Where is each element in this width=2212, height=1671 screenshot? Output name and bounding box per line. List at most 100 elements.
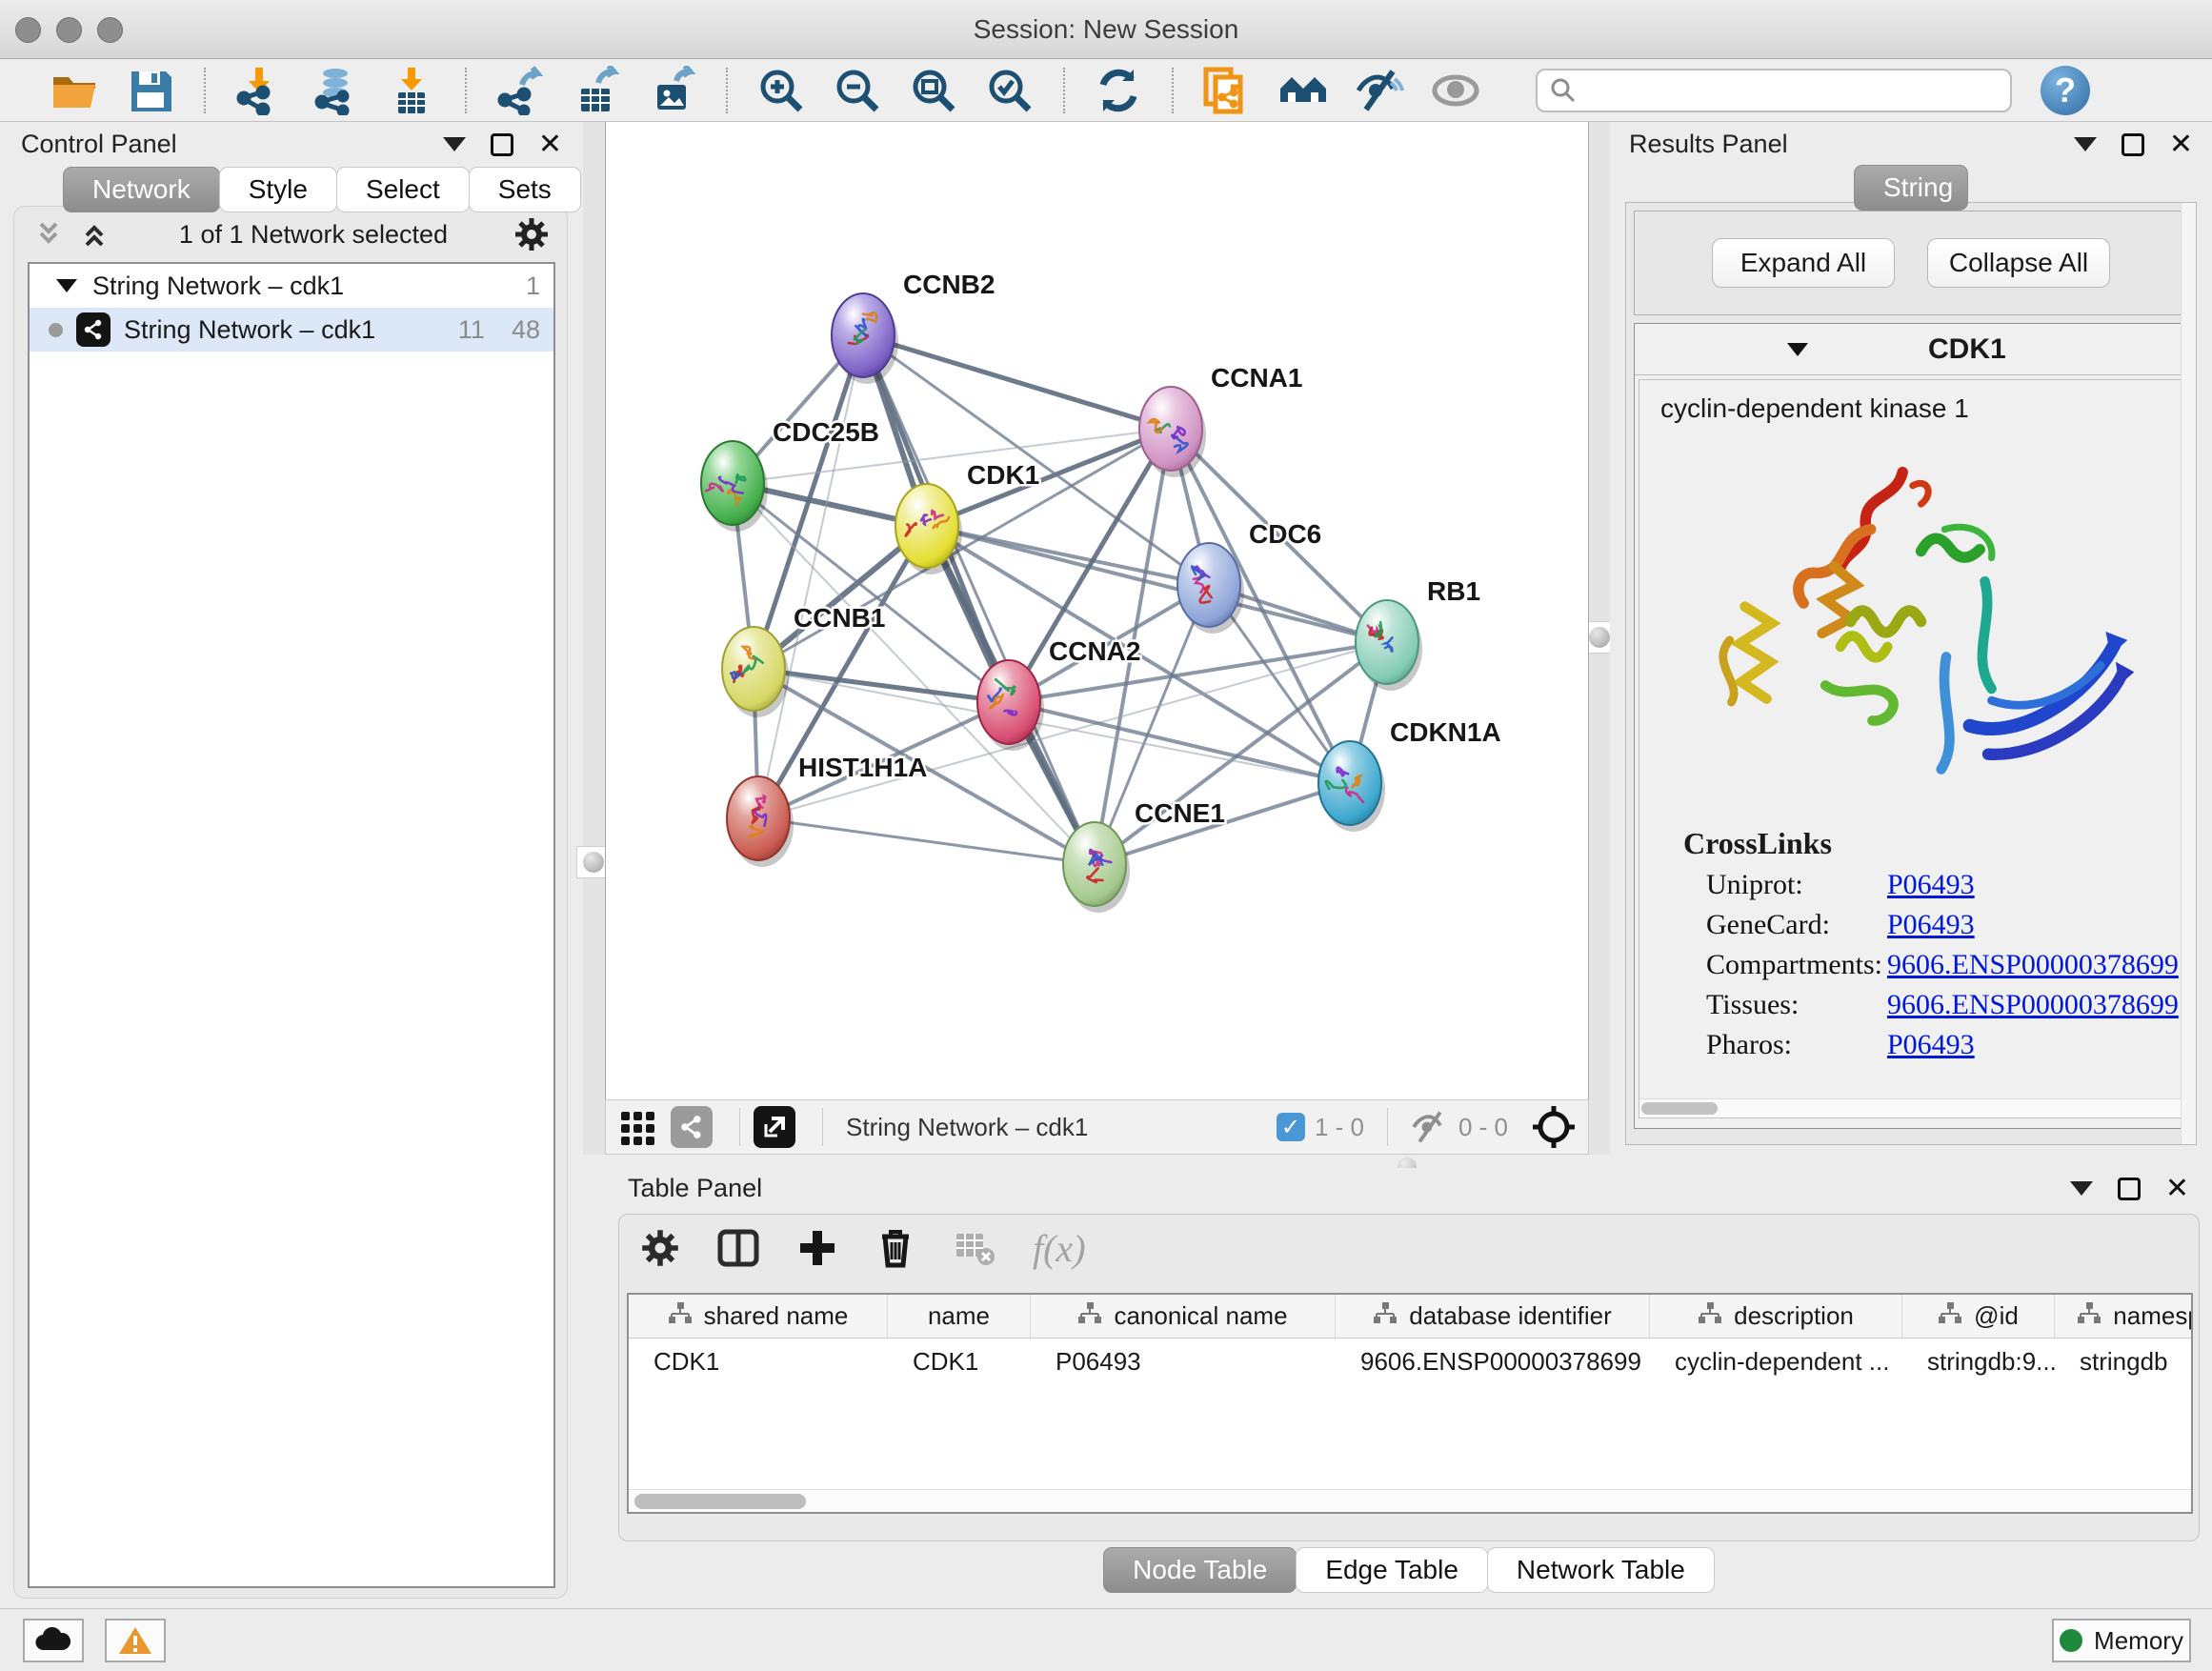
table-hscrollbar[interactable] (629, 1489, 2191, 1512)
node-table[interactable]: shared namenamecanonical namedatabase id… (627, 1293, 2193, 1514)
network-node-ccne1[interactable] (1063, 822, 1130, 913)
delete-column-trash-icon[interactable] (875, 1227, 916, 1269)
gear-icon[interactable] (513, 216, 550, 252)
table-settings-gear-icon[interactable] (640, 1228, 680, 1268)
network-view-canvas[interactable]: CCNB2CCNA1CDC25BCDK1CDC6RB1CCNB1CCNA2CDK… (605, 122, 1589, 1099)
zoom-fit-icon[interactable] (909, 66, 958, 115)
eye-icon[interactable] (1431, 66, 1480, 115)
protein-entry-header[interactable]: CDK1 (1635, 324, 2187, 375)
apply-layout-icon[interactable] (1094, 66, 1143, 115)
network-node-cdkn1a[interactable] (1318, 741, 1385, 832)
zoom-selected-icon[interactable] (985, 66, 1035, 115)
panel-minimize-icon[interactable] (2074, 137, 2097, 151)
panel-close-icon[interactable]: ✕ (2165, 1178, 2189, 1200)
table-cell[interactable]: 9606.ENSP00000378699 (1336, 1339, 1650, 1384)
tree-caret-icon[interactable] (56, 279, 77, 292)
cloud-status-button[interactable] (23, 1619, 84, 1662)
minimize-window-icon[interactable] (56, 17, 82, 43)
column-header-name[interactable]: name (888, 1295, 1031, 1338)
zoom-in-icon[interactable] (756, 66, 806, 115)
network-edge[interactable] (754, 669, 1009, 702)
network-edge[interactable] (863, 335, 1095, 864)
table-cell[interactable]: stringdb:9... (1902, 1339, 2055, 1384)
warnings-button[interactable] (105, 1619, 166, 1662)
table-row[interactable]: CDK1CDK1P064939606.ENSP00000378699cyclin… (629, 1339, 2191, 1384)
crosslink-link[interactable]: 9606.ENSP00000378699 (1887, 989, 2179, 1021)
expand-all-button[interactable]: Expand All (1712, 238, 1895, 288)
panel-minimize-icon[interactable] (2070, 1181, 2093, 1196)
create-column-plus-icon[interactable] (796, 1227, 838, 1269)
table-cell[interactable]: P06493 (1031, 1339, 1336, 1384)
collapse-all-button[interactable]: Collapse All (1927, 238, 2110, 288)
panel-minimize-icon[interactable] (443, 137, 466, 151)
help-icon[interactable]: ? (2041, 66, 2090, 115)
results-vscrollbar[interactable] (2181, 203, 2196, 1144)
network-edge[interactable] (1009, 702, 1350, 783)
crosslink-link[interactable]: 9606.ENSP00000378699 (1887, 949, 2179, 981)
table-cell[interactable]: stringdb (2055, 1339, 2193, 1384)
column-header-shared-name[interactable]: shared name (629, 1295, 888, 1338)
tab-network-table[interactable]: Network Table (1487, 1547, 1715, 1593)
column-header-database-identifier[interactable]: database identifier (1336, 1295, 1650, 1338)
tab-network[interactable]: Network (63, 167, 220, 212)
panel-float-icon[interactable] (2118, 1178, 2141, 1200)
collapse-all-icon[interactable] (35, 220, 68, 249)
collapse-caret-icon[interactable] (1787, 343, 1808, 356)
import-network-database-icon[interactable] (311, 66, 360, 115)
export-image-icon[interactable] (648, 66, 697, 115)
import-network-file-icon[interactable] (234, 66, 284, 115)
crosslink-link[interactable]: P06493 (1887, 1029, 1975, 1061)
close-window-icon[interactable] (15, 17, 41, 43)
network-node-rb1[interactable] (1356, 600, 1422, 691)
maximize-window-icon[interactable] (97, 17, 123, 43)
network-node-ccnb2[interactable] (832, 293, 898, 384)
results-hscrollbar[interactable] (1639, 1098, 2182, 1117)
panel-float-icon[interactable] (2122, 133, 2144, 156)
network-edge[interactable] (863, 335, 1171, 429)
column-header-description[interactable]: description (1650, 1295, 1902, 1338)
column-header-namespace[interactable]: namespace (2055, 1295, 2193, 1338)
export-network-icon[interactable] (495, 66, 545, 115)
network-share-icon[interactable] (671, 1106, 713, 1148)
panel-close-icon[interactable]: ✕ (2169, 133, 2193, 156)
export-table-icon[interactable] (572, 66, 621, 115)
tab-edge-table[interactable]: Edge Table (1296, 1547, 1488, 1593)
search-box[interactable] (1536, 69, 2012, 112)
network-row[interactable]: String Network – cdk1 11 48 (30, 308, 553, 352)
panel-close-icon[interactable]: ✕ (538, 133, 562, 156)
tab-node-table[interactable]: Node Table (1103, 1547, 1297, 1593)
birds-eye-grid-icon[interactable] (617, 1106, 659, 1148)
table-cell[interactable]: CDK1 (629, 1339, 888, 1384)
open-session-icon[interactable] (50, 66, 99, 115)
crosslink-link[interactable]: P06493 (1887, 869, 1975, 901)
network-node-ccna2[interactable] (977, 660, 1044, 751)
hide-results-icon[interactable] (1355, 66, 1404, 115)
panel-float-icon[interactable] (491, 133, 513, 156)
fit-selected-crosshair-icon[interactable] (1531, 1104, 1577, 1150)
table-cell[interactable]: CDK1 (888, 1339, 1031, 1384)
column-header-canonical-name[interactable]: canonical name (1031, 1295, 1336, 1338)
network-node-hist1h1a[interactable] (727, 776, 794, 867)
network-node-ccnb1[interactable] (722, 627, 789, 717)
table-cell[interactable]: cyclin-dependent ... (1650, 1339, 1902, 1384)
hidden-eye-icon[interactable] (1411, 1111, 1449, 1143)
network-edge[interactable] (758, 818, 1095, 864)
network-edge[interactable] (758, 335, 863, 818)
search-input[interactable] (1578, 75, 1987, 105)
export-view-icon[interactable] (754, 1106, 795, 1148)
expand-all-icon[interactable] (81, 220, 113, 249)
column-header-@id[interactable]: @id (1902, 1295, 2055, 1338)
tab-style[interactable]: Style (219, 167, 337, 212)
string-network-graph[interactable]: CCNB2CCNA1CDC25BCDK1CDC6RB1CCNB1CCNA2CDK… (606, 122, 1590, 1099)
clone-network-icon[interactable] (1202, 66, 1252, 115)
import-table-icon[interactable] (387, 66, 436, 115)
left-splitter[interactable] (583, 122, 605, 1155)
string-home-icon[interactable] (1278, 66, 1328, 115)
selected-nodes-checkbox[interactable]: ✓ (1277, 1113, 1305, 1141)
show-columns-icon[interactable] (716, 1226, 760, 1270)
tab-string[interactable]: String (1854, 165, 1968, 211)
network-collection-row[interactable]: String Network – cdk1 1 (30, 264, 553, 308)
zoom-out-icon[interactable] (833, 66, 882, 115)
memory-button[interactable]: Memory (2052, 1619, 2191, 1662)
tab-sets[interactable]: Sets (469, 167, 581, 212)
